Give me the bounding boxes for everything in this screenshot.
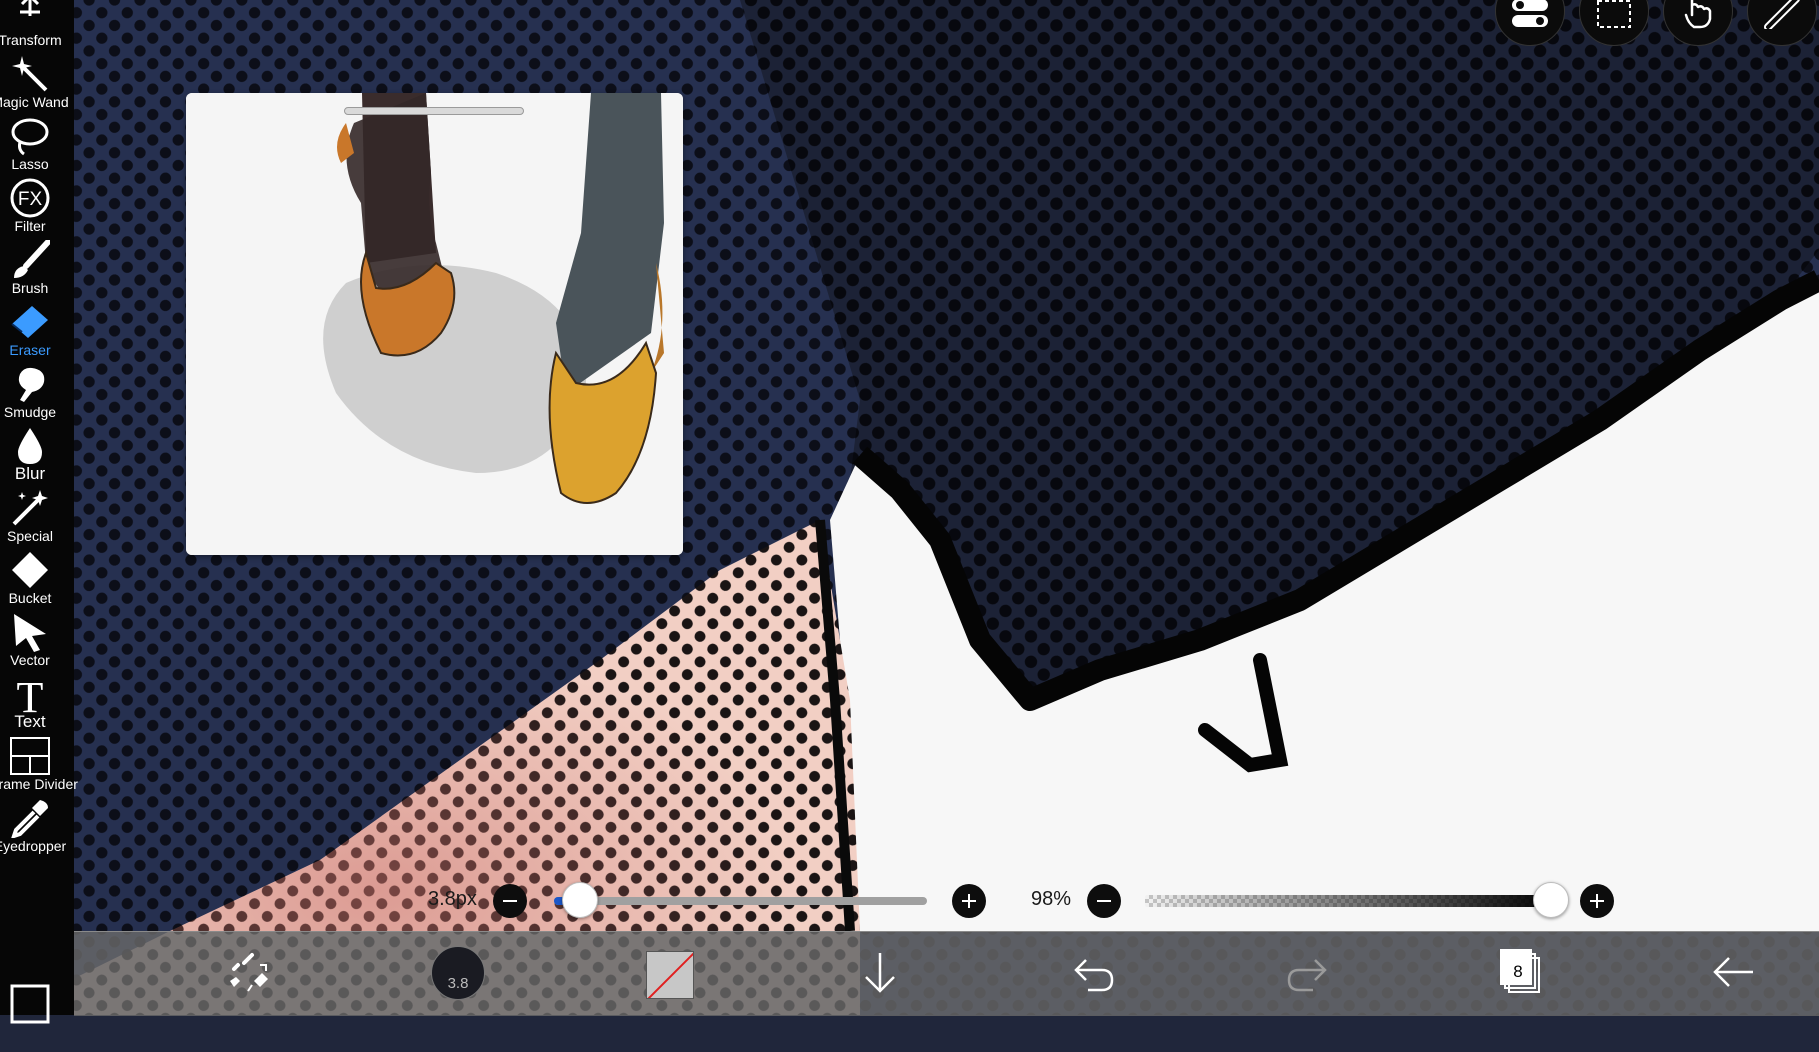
lasso-icon (11, 118, 49, 156)
opacity-value: 98% (1031, 888, 1072, 910)
vector-arrow-icon (14, 614, 46, 652)
reference-window-drag-handle[interactable] (344, 107, 524, 115)
color-swatch-icon (647, 952, 693, 998)
download-arrow-icon (865, 953, 895, 993)
undo-icon (1074, 959, 1114, 992)
opacity-slider-track[interactable] (1145, 895, 1559, 907)
opacity-increase-button[interactable] (1580, 884, 1614, 918)
svg-text:T: T (17, 674, 44, 714)
smudge-icon (18, 367, 45, 402)
brush-size-increase-button[interactable] (952, 884, 986, 918)
tool-sidebar: Transform Magic Wand Lasso FX Filter Bru… (0, 0, 78, 1024)
toggle-switch-icon (1512, 0, 1548, 27)
reference-image-window[interactable] (186, 93, 683, 555)
tool-label: Bucket (8, 590, 52, 606)
tool-label: Brush (11, 280, 49, 296)
brush-size-indicator[interactable]: 3.8 (431, 946, 485, 1000)
selection-marquee-icon (1597, 0, 1631, 28)
reference-image (186, 93, 683, 555)
undo-button[interactable] (1064, 932, 1124, 1016)
opacity-slider-thumb[interactable] (1532, 882, 1569, 918)
eyedropper-icon (11, 800, 48, 838)
redo-button[interactable] (1277, 932, 1337, 1016)
brush-size-value: 3.8px (428, 888, 477, 910)
special-wand-icon (12, 490, 48, 526)
blur-drop-icon (18, 428, 42, 464)
ruler-icon (1764, 0, 1800, 29)
tool-label: Eyedropper (0, 838, 67, 854)
frame-divider-icon (10, 737, 50, 775)
brush-icon (14, 240, 50, 278)
minus-icon (1097, 900, 1111, 902)
magic-wand-icon (12, 56, 48, 92)
tool-label: Magic Wand (0, 94, 69, 110)
text-icon: T (17, 674, 44, 714)
tool-label: Text (14, 712, 46, 731)
bucket-icon (12, 552, 48, 588)
layers-count: 8 (1513, 962, 1523, 981)
tool-canvas[interactable] (0, 980, 74, 1052)
eraser-icon (11, 306, 48, 338)
transform-icon (20, 0, 40, 16)
redo-icon (1287, 959, 1327, 992)
tool-label: Vector (10, 652, 50, 668)
color-swatch-button[interactable] (646, 951, 694, 999)
tool-label: Filter (14, 218, 46, 234)
brush-size-slider-track[interactable] (554, 897, 927, 905)
plus-icon (1590, 894, 1604, 908)
tool-eyedropper[interactable]: Eyedropper (0, 792, 74, 864)
svg-text:FX: FX (18, 189, 43, 210)
tool-label: Special (7, 528, 53, 544)
hand-pointer-icon (1684, 0, 1712, 29)
brush-size-slider-thumb[interactable] (562, 882, 599, 918)
tool-label: Blur (14, 464, 46, 483)
tool-label: Lasso (11, 156, 49, 172)
back-button[interactable] (1704, 932, 1764, 1016)
bottom-toolbar: 3.8 8 (74, 931, 1819, 1016)
minus-icon (503, 900, 517, 902)
canvas-icon (10, 984, 50, 1024)
brush-settings-button[interactable] (214, 932, 284, 1016)
back-arrow-icon (1713, 957, 1753, 987)
brush-size-decrease-button[interactable] (493, 884, 527, 918)
tool-label: Transform (0, 32, 62, 48)
tool-label: Frame Divider (0, 776, 78, 792)
filter-fx-icon: FX (10, 178, 50, 218)
plus-icon (962, 894, 976, 908)
brush-size-badge-value: 3.8 (447, 975, 469, 992)
opacity-decrease-button[interactable] (1087, 884, 1121, 918)
tool-label: Eraser (9, 342, 51, 358)
layers-button[interactable]: 8 (1490, 932, 1550, 1016)
brush-settings-icon (230, 953, 268, 992)
download-button[interactable] (850, 932, 910, 1016)
tool-label: Smudge (3, 404, 57, 420)
